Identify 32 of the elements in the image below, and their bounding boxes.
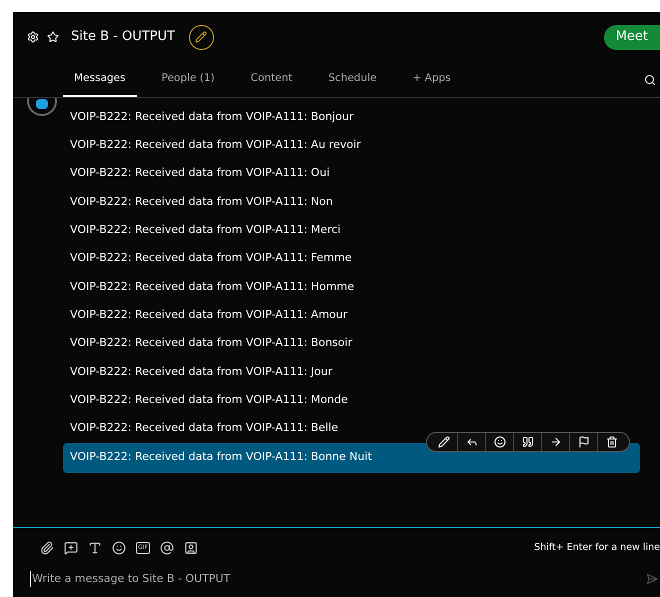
tab[interactable]: Schedule	[317, 62, 388, 97]
search-icon[interactable]	[644, 74, 656, 86]
message[interactable]: VOIP-B222: Received data from VOIP-A111: Bonsoir	[63, 329, 640, 358]
message[interactable]: VOIP-B222: Received data from VOIP-A111: Belle	[63, 414, 640, 443]
format-icon[interactable]	[88, 541, 102, 555]
tab[interactable]: Messages	[63, 62, 136, 97]
message[interactable]: VOIP-B222: Received data from VOIP-A111: Oui	[63, 160, 640, 188]
message[interactable]: VOIP-B222: Received data from VOIP-A111: Non	[63, 188, 640, 216]
message[interactable]: VOIP-B222: Received data from VOIP-A111: Merci	[63, 216, 640, 244]
star-icon[interactable]	[47, 31, 59, 43]
tab[interactable]: + Apps	[402, 62, 462, 97]
mention-icon[interactable]	[160, 541, 174, 555]
settings-icon[interactable]	[27, 31, 39, 43]
message[interactable]: VOIP-B222: Received data from VOIP-A111: Au revoir	[63, 131, 640, 160]
screen-capture-icon[interactable]	[64, 541, 78, 555]
newline-hint: Shift+ Enter for a new line	[534, 540, 660, 555]
window-title: Site B - OUTPUT	[71, 28, 175, 46]
message-input[interactable]: Write a message to Site B - OUTPUT	[30, 570, 646, 588]
contact-icon[interactable]	[184, 541, 198, 555]
message[interactable]: VOIP-B222: Received data from VOIP-A111: Monde	[63, 386, 640, 414]
message[interactable]: VOIP-B222: Received data from VOIP-A111: Bonjour	[63, 103, 640, 132]
send-icon[interactable]	[646, 573, 658, 585]
pencil-icon	[195, 31, 208, 43]
message[interactable]: VOIP-B222: Received data from VOIP-A111: Homme	[63, 272, 640, 302]
edit-button[interactable]	[188, 24, 214, 50]
tab[interactable]: People (1)	[150, 62, 226, 97]
message[interactable]: VOIP-B222: Received data from VOIP-A111: Amour	[63, 301, 640, 330]
tab[interactable]: Content	[240, 62, 304, 97]
meet-button[interactable]: Meet	[604, 24, 660, 50]
message[interactable]: VOIP-B222: Received data from VOIP-A111: Femme	[63, 244, 640, 273]
message[interactable]: VOIP-B222: Received data from VOIP-A111: Jour	[63, 358, 640, 386]
attach-icon[interactable]	[40, 541, 54, 555]
